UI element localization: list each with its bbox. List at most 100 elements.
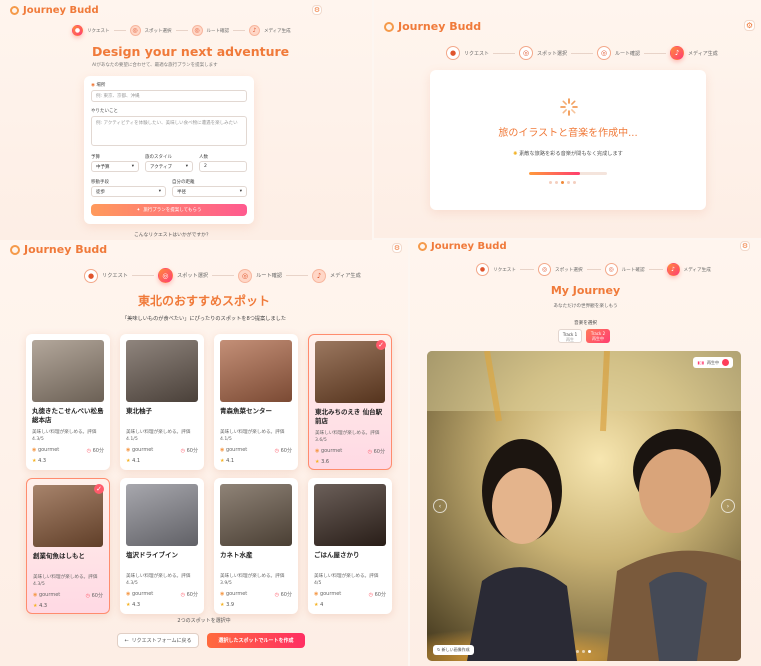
people-input[interactable]: 2 — [199, 161, 247, 172]
new-illustration-button[interactable]: ↻ 新しい画像作成 — [433, 645, 474, 655]
spot-tag: ◉ gourmet — [220, 447, 247, 454]
divider — [175, 30, 188, 31]
request-textarea[interactable]: 例: アクティビティを体験したい、美味しい食べ物に遭遇を楽しみたい — [91, 116, 247, 146]
suggestion-link[interactable]: こんなリクエストはいかがですか？ — [134, 231, 211, 238]
spot-card[interactable]: ごはん屋さかり 美味しい料理が楽しめる。評価 4/5 ◉ gourmet ◷ 60分 ★… — [308, 478, 392, 614]
checkmark-icon[interactable]: ✓ — [376, 340, 386, 350]
spot-name: 塩沢ドライブイン — [126, 551, 178, 559]
divider — [233, 30, 245, 31]
prev-image-button[interactable]: ‹ — [433, 499, 447, 513]
step-spots[interactable]: ◎ スポット選択 — [157, 268, 208, 283]
carousel-dot[interactable] — [582, 650, 585, 653]
budget-select[interactable]: 中予算 ▾ — [91, 161, 139, 172]
gear-icon[interactable]: ⚙ — [312, 5, 322, 15]
destination-input[interactable]: 例: 東京、京都、沖縄 — [91, 90, 247, 102]
dot — [573, 181, 576, 184]
carousel-dot[interactable] — [588, 650, 591, 653]
style-value: アクティブ — [150, 164, 173, 170]
transport-select[interactable]: 徒歩 ▾ — [91, 186, 166, 197]
spot-duration-text: 60分 — [186, 592, 198, 598]
step-media[interactable]: ♪ メディア生成 — [312, 268, 361, 283]
logo-icon — [10, 244, 20, 255]
spot-card[interactable]: 青森魚菜センター 美味しい料理が楽しめる。評価 4.1/5 ◉ gourmet ◷ 6… — [214, 334, 298, 470]
spot-card[interactable]: カネト水産 美味しい料理が楽しめる。評価 3.9/5 ◉ gourmet ◷ 60分 ★… — [214, 478, 298, 614]
compass-icon: ◎ — [537, 263, 551, 276]
new-illustration-label: 新しい画像作成 — [441, 647, 470, 652]
spot-tag-text: gourmet — [131, 591, 154, 597]
step-spots[interactable]: ◎ スポット選択 — [537, 263, 583, 276]
now-playing-badge[interactable]: ▮▯▮ 再生中 — [693, 357, 733, 368]
spot-description: 美味しい料理が楽しめる。評価 4.1/5 — [126, 430, 191, 442]
generating-title: 旅のイラストと音楽を作成中... — [498, 128, 638, 139]
step-label: ルート確認 — [256, 273, 283, 279]
step-spots[interactable]: ◎ スポット選択 — [519, 46, 567, 60]
step-request[interactable]: ● リクエスト — [446, 46, 489, 60]
brand[interactable]: Journey Budd — [384, 20, 481, 33]
compass-icon: ◎ — [129, 25, 141, 36]
spot-name: カネト水産 — [220, 551, 253, 559]
divider — [644, 52, 667, 54]
step-route[interactable]: ◎ ルート確認 — [191, 25, 230, 36]
step-request[interactable]: ● リクエスト — [476, 263, 516, 276]
spot-card[interactable]: 東北柚子 美味しい料理が楽しめる。評価 4.1/5 ◉ gourmet ◷ 60分 ★ … — [120, 334, 204, 470]
gear-icon[interactable]: ⚙ — [740, 241, 750, 251]
back-to-form-button[interactable]: ← リクエストフォームに戻る — [117, 633, 199, 648]
generating-subtitle-text: 素敵な旅路を彩る音楽が間もなく完成します — [519, 151, 623, 157]
brand[interactable]: Journey Budd — [10, 5, 99, 16]
spot-rating-text: 3.9 — [226, 602, 235, 608]
spot-rating-text: 4.1 — [132, 458, 141, 464]
spot-card[interactable]: 塩沢ドライブイン 美味しい料理が楽しめる。評価 4.3/5 ◉ gourmet ◷ 6… — [120, 478, 204, 614]
step-media[interactable]: ♪ メディア生成 — [670, 46, 718, 60]
distance-select[interactable]: 半径 ▾ — [172, 186, 247, 197]
transport-label: 移動手段 — [91, 180, 109, 185]
step-request[interactable]: ● リクエスト — [84, 268, 128, 283]
gear-icon[interactable]: ⚙ — [744, 20, 755, 31]
step-indicator: ● リクエスト ◎ スポット選択 ◎ ルート確認 ♪ メディア生成 — [446, 46, 718, 60]
pause-icon[interactable] — [722, 359, 729, 366]
spot-card[interactable]: 東北みちのえき 仙台駅前店 美味しい料理が楽しめる。評価 3.6/5 ◉ gourm… — [308, 334, 392, 470]
next-image-button[interactable]: › — [721, 499, 735, 513]
spot-tag-text: gourmet — [37, 447, 60, 453]
carousel-dot[interactable] — [576, 650, 579, 653]
step-indicator: ● リクエスト ◎ スポット選択 ◎ ルート確認 ♪ メディア生成 — [84, 268, 361, 283]
brand[interactable]: Journey Budd — [418, 241, 507, 252]
create-route-button[interactable]: 選択したスポットでルートを作成 — [207, 633, 305, 648]
spot-duration-text: 60分 — [373, 449, 385, 455]
loading-dots — [549, 181, 576, 184]
music-icon: ♪ — [249, 25, 260, 36]
step-label: ルート確認 — [206, 28, 230, 34]
step-route[interactable]: ◎ ルート確認 — [597, 46, 640, 60]
step-media[interactable]: ♪ メディア生成 — [249, 25, 291, 36]
spot-name: 創業旬魚はしもと — [33, 552, 85, 560]
step-route[interactable]: ◎ ルート確認 — [604, 263, 645, 276]
submit-label: 旅行プランを提案してもらう — [143, 208, 202, 213]
panel-my-journey: Journey Budd ⚙ ● リクエスト ◎ スポット選択 ◎ ルート確認 ♪ メデ… — [410, 240, 761, 666]
spot-card[interactable]: 丸徳きたこせんべい松島総本店 美味しい料理が楽しめる。評価 4.3/5 ◉ gour… — [26, 334, 110, 470]
spot-duration: ◷ 60分 — [87, 447, 104, 454]
spot-name: 青森魚菜センター — [220, 407, 272, 415]
track-2-button[interactable]: Track 2 再生中 — [586, 329, 610, 343]
carousel-dots — [576, 650, 591, 653]
step-media[interactable]: ♪ メディア生成 — [666, 263, 711, 276]
style-select[interactable]: アクティブ ▾ — [145, 161, 193, 172]
request-form-card: ◉ 場所 例: 東京、京都、沖縄 やりたいこと 例: アクティビティを体験したい… — [84, 76, 254, 224]
submit-request-button[interactable]: ✦ 旅行プランを提案してもらう — [91, 204, 247, 216]
step-spots[interactable]: ◎ スポット選択 — [129, 25, 172, 36]
budget-label: 予算 — [91, 155, 100, 160]
spot-photo — [315, 341, 385, 403]
step-route[interactable]: ◎ ルート確認 — [238, 268, 283, 283]
step-request[interactable]: ● リクエスト — [72, 25, 110, 36]
panel-spot-selection: Journey Budd ⚙ ● リクエスト ◎ スポット選択 ◎ ルート確認 ♪ メデ… — [0, 240, 408, 666]
route-icon: ◎ — [238, 268, 253, 283]
spot-rating-text: 4.3 — [38, 458, 47, 464]
panel-generating: Journey Budd ⚙ ● リクエスト ◎ スポット選択 ◎ ルート確認 ♪ メデ… — [374, 0, 761, 238]
brand[interactable]: Journey Budd — [10, 243, 107, 256]
track-1-button[interactable]: Track 1 再生 — [558, 329, 582, 343]
compass-icon: ◎ — [519, 46, 534, 60]
spinner-icon — [560, 98, 578, 116]
journey-subtitle: あなただけの世界観を楽しもう — [553, 304, 618, 309]
spot-tag: ◉ gourmet — [220, 591, 247, 598]
spot-card[interactable]: 創業旬魚はしもと 美味しい料理が楽しめる。評価 4.3/5 ◉ gourmet ◷ 6… — [26, 478, 110, 614]
checkmark-icon[interactable]: ✓ — [94, 484, 104, 494]
gear-icon[interactable]: ⚙ — [392, 243, 402, 253]
